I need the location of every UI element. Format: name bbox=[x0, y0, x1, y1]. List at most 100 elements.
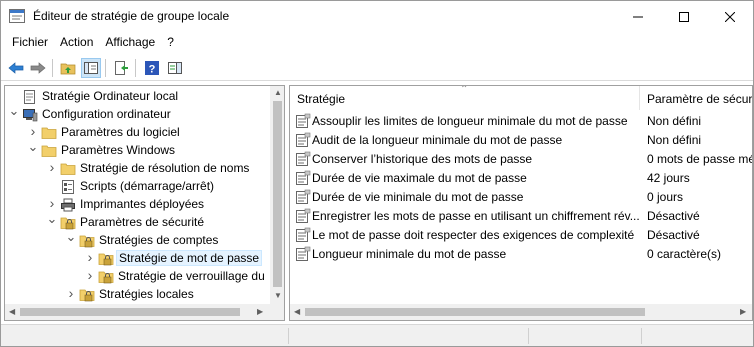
policy-setting-value: Non défini bbox=[647, 133, 702, 147]
properties-pane-button[interactable] bbox=[165, 58, 185, 78]
chevron-right-icon[interactable]: › bbox=[65, 286, 77, 300]
policy-setting-value: Non défini bbox=[647, 114, 702, 128]
chevron-right-icon[interactable]: › bbox=[84, 250, 96, 264]
policy-name: Durée de vie minimale du mot de passe bbox=[312, 190, 524, 204]
tree-item-label: Stratégies de comptes bbox=[99, 233, 219, 247]
tree-item[interactable]: › Paramètres du logiciel bbox=[5, 124, 271, 142]
tree-item[interactable]: › Stratégie de verrouillage du bbox=[5, 268, 271, 286]
tree-item-label: Paramètres de sécurité bbox=[80, 215, 205, 229]
status-divider bbox=[641, 328, 642, 344]
policy-setting-value: 42 jours bbox=[647, 171, 690, 185]
scroll-left-arrow-icon[interactable]: ◀ bbox=[294, 307, 300, 316]
chevron-down-icon[interactable]: ⌄ bbox=[46, 212, 58, 228]
tree-item-label: Stratégie de verrouillage du bbox=[118, 269, 265, 283]
folder-icon bbox=[60, 161, 76, 177]
policy-editor-app-icon bbox=[9, 9, 25, 23]
policy-row[interactable]: Enregistrer les mots de passe en utilisa… bbox=[290, 206, 752, 225]
scroll-up-arrow-icon[interactable]: ▲ bbox=[274, 88, 282, 97]
policy-row[interactable]: Le mot de passe doit respecter des exige… bbox=[290, 225, 752, 244]
export-list-button[interactable] bbox=[111, 58, 131, 78]
scroll-left-arrow-icon[interactable]: ◀ bbox=[9, 307, 15, 316]
list-horizontal-scrollbar[interactable]: ◀ ▶ bbox=[290, 304, 752, 320]
policy-row[interactable]: Assouplir les limites de longueur minima… bbox=[290, 111, 752, 130]
policy-name: Conserver l’historique des mots de passe bbox=[312, 152, 533, 166]
scroll-right-arrow-icon[interactable]: ▶ bbox=[257, 307, 263, 316]
tree-item[interactable]: Scripts (démarrage/arrêt) bbox=[5, 178, 271, 196]
toolbar-separator bbox=[52, 59, 53, 77]
tree-item[interactable]: › Stratégie de résolution de noms bbox=[5, 160, 271, 178]
properties-pane-icon bbox=[168, 62, 182, 74]
up-one-level-button[interactable] bbox=[58, 58, 78, 78]
policy-row[interactable]: Durée de vie maximale du mot de passe 42 … bbox=[290, 168, 752, 187]
scrollbar-corner bbox=[270, 304, 284, 320]
security-folder-icon bbox=[79, 233, 95, 249]
policy-row[interactable]: Durée de vie minimale du mot de passe 0 j… bbox=[290, 187, 752, 206]
menu-action[interactable]: Action bbox=[54, 32, 99, 54]
column-header-setting[interactable]: Paramètre de sécurité bbox=[640, 86, 752, 110]
policy-name: Durée de vie maximale du mot de passe bbox=[312, 171, 527, 185]
tree-item-label: Paramètres Windows bbox=[61, 143, 176, 157]
tree-item[interactable]: ⌄ Stratégies de comptes bbox=[5, 230, 271, 250]
policy-row[interactable]: Audit de la longueur minimale du mot de … bbox=[290, 130, 752, 149]
column-header-policy[interactable]: ⌃ Stratégie bbox=[290, 86, 639, 110]
security-folder-icon bbox=[79, 287, 95, 303]
computer-icon bbox=[22, 107, 38, 123]
show-hide-console-tree-button[interactable] bbox=[81, 58, 101, 78]
help-button[interactable]: ? bbox=[142, 58, 162, 78]
chevron-down-icon[interactable]: ⌄ bbox=[8, 104, 20, 120]
column-header-setting-label: Paramètre de sécurité bbox=[647, 92, 752, 106]
chevron-right-icon[interactable]: › bbox=[84, 268, 96, 282]
scroll-right-arrow-icon[interactable]: ▶ bbox=[740, 307, 746, 316]
toolbar-separator bbox=[105, 59, 106, 77]
back-button[interactable] bbox=[6, 58, 26, 78]
policy-name: Enregistrer les mots de passe en utilisa… bbox=[312, 209, 640, 223]
policy-row[interactable]: Conserver l’historique des mots de passe… bbox=[290, 149, 752, 168]
tree-item-label: Scripts (démarrage/arrêt) bbox=[80, 179, 215, 193]
tree-item[interactable]: ⌄ Paramètres Windows bbox=[5, 140, 271, 160]
console-tree[interactable]: Stratégie Ordinateur local ⌄ Configuration… bbox=[4, 85, 285, 321]
tree-item-label: Stratégie de mot de passe bbox=[116, 250, 263, 266]
tree-item-label: Imprimantes déployées bbox=[80, 197, 205, 211]
policy-setting-icon bbox=[295, 132, 311, 148]
tree-item[interactable]: › Imprimantes déployées bbox=[5, 196, 271, 214]
minimize-button[interactable] bbox=[615, 1, 661, 32]
policy-row[interactable]: Longueur minimale du mot de passe 0 carac… bbox=[290, 244, 752, 263]
maximize-button[interactable] bbox=[661, 1, 707, 32]
tree-item[interactable]: › Stratégies locales bbox=[5, 286, 271, 304]
tree-item[interactable]: ⌄ Paramètres de sécurité bbox=[5, 212, 271, 232]
chevron-down-icon[interactable]: ⌄ bbox=[27, 140, 39, 156]
policy-setting-value: Désactivé bbox=[647, 209, 700, 223]
tree-item-label: Stratégies locales bbox=[99, 287, 194, 301]
menu-help[interactable]: ? bbox=[161, 32, 180, 54]
tree-horizontal-scrollbar[interactable]: ◀ ▶ bbox=[5, 304, 270, 320]
tree-vertical-scrollbar[interactable]: ▲ ▼ bbox=[270, 86, 284, 304]
printer-icon bbox=[60, 197, 76, 213]
scroll-down-arrow-icon[interactable]: ▼ bbox=[274, 291, 282, 300]
chevron-right-icon[interactable]: › bbox=[27, 124, 39, 138]
policy-doc-icon bbox=[22, 89, 38, 105]
tree-item[interactable]: › Stratégie de mot de passe bbox=[5, 250, 271, 268]
close-button[interactable] bbox=[707, 1, 753, 32]
chevron-down-icon[interactable]: ⌄ bbox=[65, 230, 77, 246]
menu-fichier[interactable]: Fichier bbox=[6, 32, 54, 54]
chevron-right-icon[interactable]: › bbox=[46, 196, 58, 210]
script-icon bbox=[60, 179, 76, 195]
tree-item[interactable]: ⌄ Configuration ordinateur bbox=[5, 104, 271, 124]
chevron-right-icon[interactable]: › bbox=[46, 160, 58, 174]
tree-vscroll-thumb[interactable] bbox=[273, 101, 282, 287]
menu-bar: Fichier Action Affichage ? bbox=[1, 32, 753, 54]
svg-text:?: ? bbox=[149, 64, 156, 76]
tree-item-label: Stratégie de résolution de noms bbox=[80, 161, 250, 175]
list-hscroll-thumb[interactable] bbox=[305, 308, 645, 316]
folder-icon bbox=[41, 143, 57, 159]
title-bar[interactable]: Éditeur de stratégie de groupe locale bbox=[1, 1, 753, 32]
menu-affichage[interactable]: Affichage bbox=[99, 32, 161, 54]
app-window: Éditeur de stratégie de groupe locale Fi… bbox=[0, 0, 754, 347]
details-list[interactable]: ⌃ Stratégie Paramètre de sécurité Assoup… bbox=[289, 85, 753, 321]
forward-button[interactable] bbox=[28, 58, 48, 78]
tree-item[interactable]: Stratégie Ordinateur local bbox=[5, 88, 271, 106]
tree-hscroll-thumb[interactable] bbox=[20, 308, 240, 316]
folder-icon bbox=[41, 125, 57, 141]
toolbar-separator bbox=[135, 59, 136, 77]
policy-setting-icon bbox=[295, 170, 311, 186]
